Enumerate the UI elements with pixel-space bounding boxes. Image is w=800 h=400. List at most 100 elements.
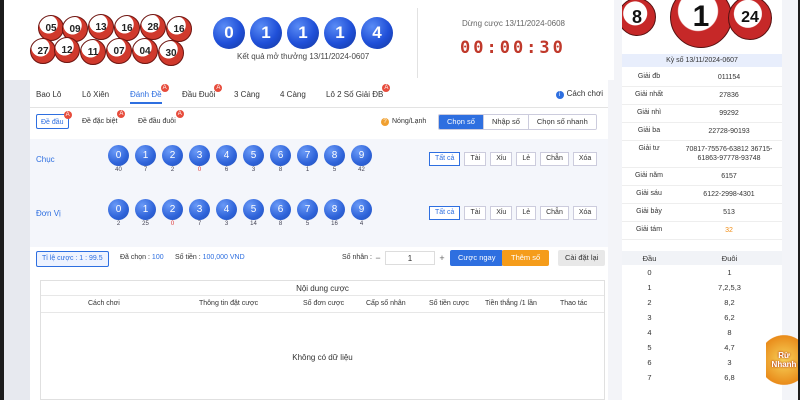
number-cell: 02 [105,199,132,227]
number-ball[interactable]: 1 [135,199,156,220]
number-ball[interactable]: 6 [270,199,291,220]
number-ball[interactable]: 7 [297,199,318,220]
subtab-2[interactable]: Đề đầu đuôi A [134,110,184,129]
prize-table: Giải đb 011154 Giải nhất 27836 Giải nhì 99292… [622,69,782,240]
prize-name: Giải tám [635,226,663,233]
table-header: Cách chơi Thông tin đặt cược Số đơn cược Cấ… [41,296,604,313]
number-ball[interactable]: 9 [351,145,372,166]
result-digit-ball: 1 [287,17,319,49]
countdown-title: Dừng cược 13/11/2024-0608 [462,19,565,28]
tab-bao-lô[interactable]: Bao Lô [36,90,61,99]
number-cell: 37 [186,199,213,227]
quick-select-button[interactable]: Lẻ [516,152,537,166]
sidebar-balls: 8 1 24 [622,0,782,50]
prize-name: Giải tư [638,145,660,152]
column-header: Số tiền cược [429,300,470,307]
number-ball[interactable]: 7 [297,145,318,166]
tab-3-càng[interactable]: 3 Càng [234,90,260,99]
tail-digits: 1 [727,268,732,277]
subtab-0[interactable]: Đề đầu A [36,111,72,129]
quick-select-button[interactable]: Tài [464,152,487,166]
miss-count: 7 [197,221,202,227]
row-label: Đơn Vị [36,209,61,218]
number-ball[interactable]: 1 [135,145,156,166]
prize-value: 99292 [719,110,739,117]
betting-panel: i Cách chơi Bao Lô Lô Xiên Đánh Đề A Đầu Đuôi… [30,80,608,400]
prize-name: Giải bảy [636,208,662,215]
lottery-ball: 07 [106,38,132,64]
head-tail-row: 7 6,8 [622,370,782,385]
tab-lô-2-số-giải-đb[interactable]: Lô 2 Số Giải ĐB A [326,84,391,99]
number-ball[interactable]: 4 [216,145,237,166]
add-number-button[interactable]: Thêm số [502,250,550,266]
number-ball[interactable]: 4 [216,199,237,220]
quick-select-button[interactable]: Tất cả [429,206,461,220]
number-ball[interactable]: 0 [108,145,129,166]
empty-state: Không có dữ liệu [292,353,353,362]
number-ball[interactable]: 0 [108,199,129,220]
quick-select-button[interactable]: Tất cả [429,152,461,166]
decrement-button[interactable]: − [371,251,385,265]
quick-select-button[interactable]: Chẵn [540,152,569,166]
result-ball: 1 [670,0,732,48]
prize-name: Giải năm [634,172,663,179]
prize-value: 22728-90193 [708,128,750,135]
column-header: Cấp số nhân [366,300,406,307]
prize-value: 70817-75576-63812 36715-61863-97778-9374… [685,146,773,162]
quick-select-button[interactable]: Xỉu [490,206,513,220]
column-header: Tiền thắng /1 lần [485,300,537,307]
info-icon: i [555,91,564,99]
quick-select-button[interactable]: Xóa [572,206,598,220]
tab-đánh-đề[interactable]: Đánh Đề A [130,84,169,104]
quick-select-button[interactable]: Tài [464,206,487,220]
multiplier-label: Số nhân : [342,254,372,261]
multiplier-input[interactable]: 1 [385,251,435,265]
prize-value: 32 [725,227,733,234]
quick-select-group: Tất cả Tài Xỉu Lẻ Chẵn Xóa [429,152,601,166]
result-digits: 01114 [213,17,398,49]
tab-lô-xiên[interactable]: Lô Xiên [82,90,109,99]
number-ball[interactable]: 2 [162,145,183,166]
number-cell: 20 [159,199,186,227]
tail-digits: 7,2,5,3 [718,283,741,292]
number-ball[interactable]: 8 [324,199,345,220]
lottery-ball: 04 [132,38,158,64]
mode-button[interactable]: Nhập số [482,115,528,129]
number-ball[interactable]: 5 [243,145,264,166]
tab-đầu-đuôi[interactable]: Đầu Đuôi A [182,84,223,99]
sub-tabs: ? Nóng/Lạnh Chọn số Nhập số Chọn số nhanh Đ… [30,110,608,134]
mode-button[interactable]: Chọn số nhanh [527,115,596,129]
digit-row-1: Đơn Vị 0 2 1 25 2 0 3 7 4 3 5 14 6 8 7 5 8 16 9 4 Tất cả Tài Xỉ… [30,193,608,247]
new-badge: A [160,84,169,92]
quick-select-button[interactable]: Xỉu [490,152,513,166]
selected-count: Đã chọn : 100 [120,254,164,261]
number-cell: 5 14 [240,199,267,227]
number-ball[interactable]: 2 [162,199,183,220]
bet-now-button[interactable]: Cược ngay [450,250,504,266]
column-header: Cách chơi [88,300,120,307]
number-ball[interactable]: 9 [351,199,372,220]
reset-button[interactable]: Cài đặt lại [558,250,606,266]
prize-row: Giải bảy 513 [622,204,782,222]
hot-cold-toggle[interactable]: ? Nóng/Lạnh [381,118,426,126]
bet-bar: Tỉ lệ cược : 1 : 99.5 Đã chọn : 100 Số t… [30,246,608,274]
table-title: Nội dung cược [41,281,604,296]
quick-select-button[interactable]: Xóa [572,152,598,166]
how-to-play-link[interactable]: i Cách chơi [555,89,603,99]
number-ball[interactable]: 3 [189,199,210,220]
quick-select-button[interactable]: Lẻ [516,206,537,220]
mode-button[interactable]: Chọn số [439,115,483,129]
column-header: Thao tác [560,300,588,307]
prize-value: 6122-2998-4301 [703,191,755,198]
number-ball[interactable]: 5 [243,199,264,220]
tab-4-càng[interactable]: 4 Càng [280,90,306,99]
subtab-1[interactable]: Đề đặc biệt A [78,110,126,129]
number-ball[interactable]: 3 [189,145,210,166]
number-cell: 53 [240,145,267,173]
new-badge: A [63,111,72,119]
increment-button[interactable]: + [435,251,449,265]
quick-select-button[interactable]: Chẵn [540,206,569,220]
prize-row: Giải sáu 6122-2998-4301 [622,186,782,204]
number-ball[interactable]: 8 [324,145,345,166]
number-ball[interactable]: 6 [270,145,291,166]
